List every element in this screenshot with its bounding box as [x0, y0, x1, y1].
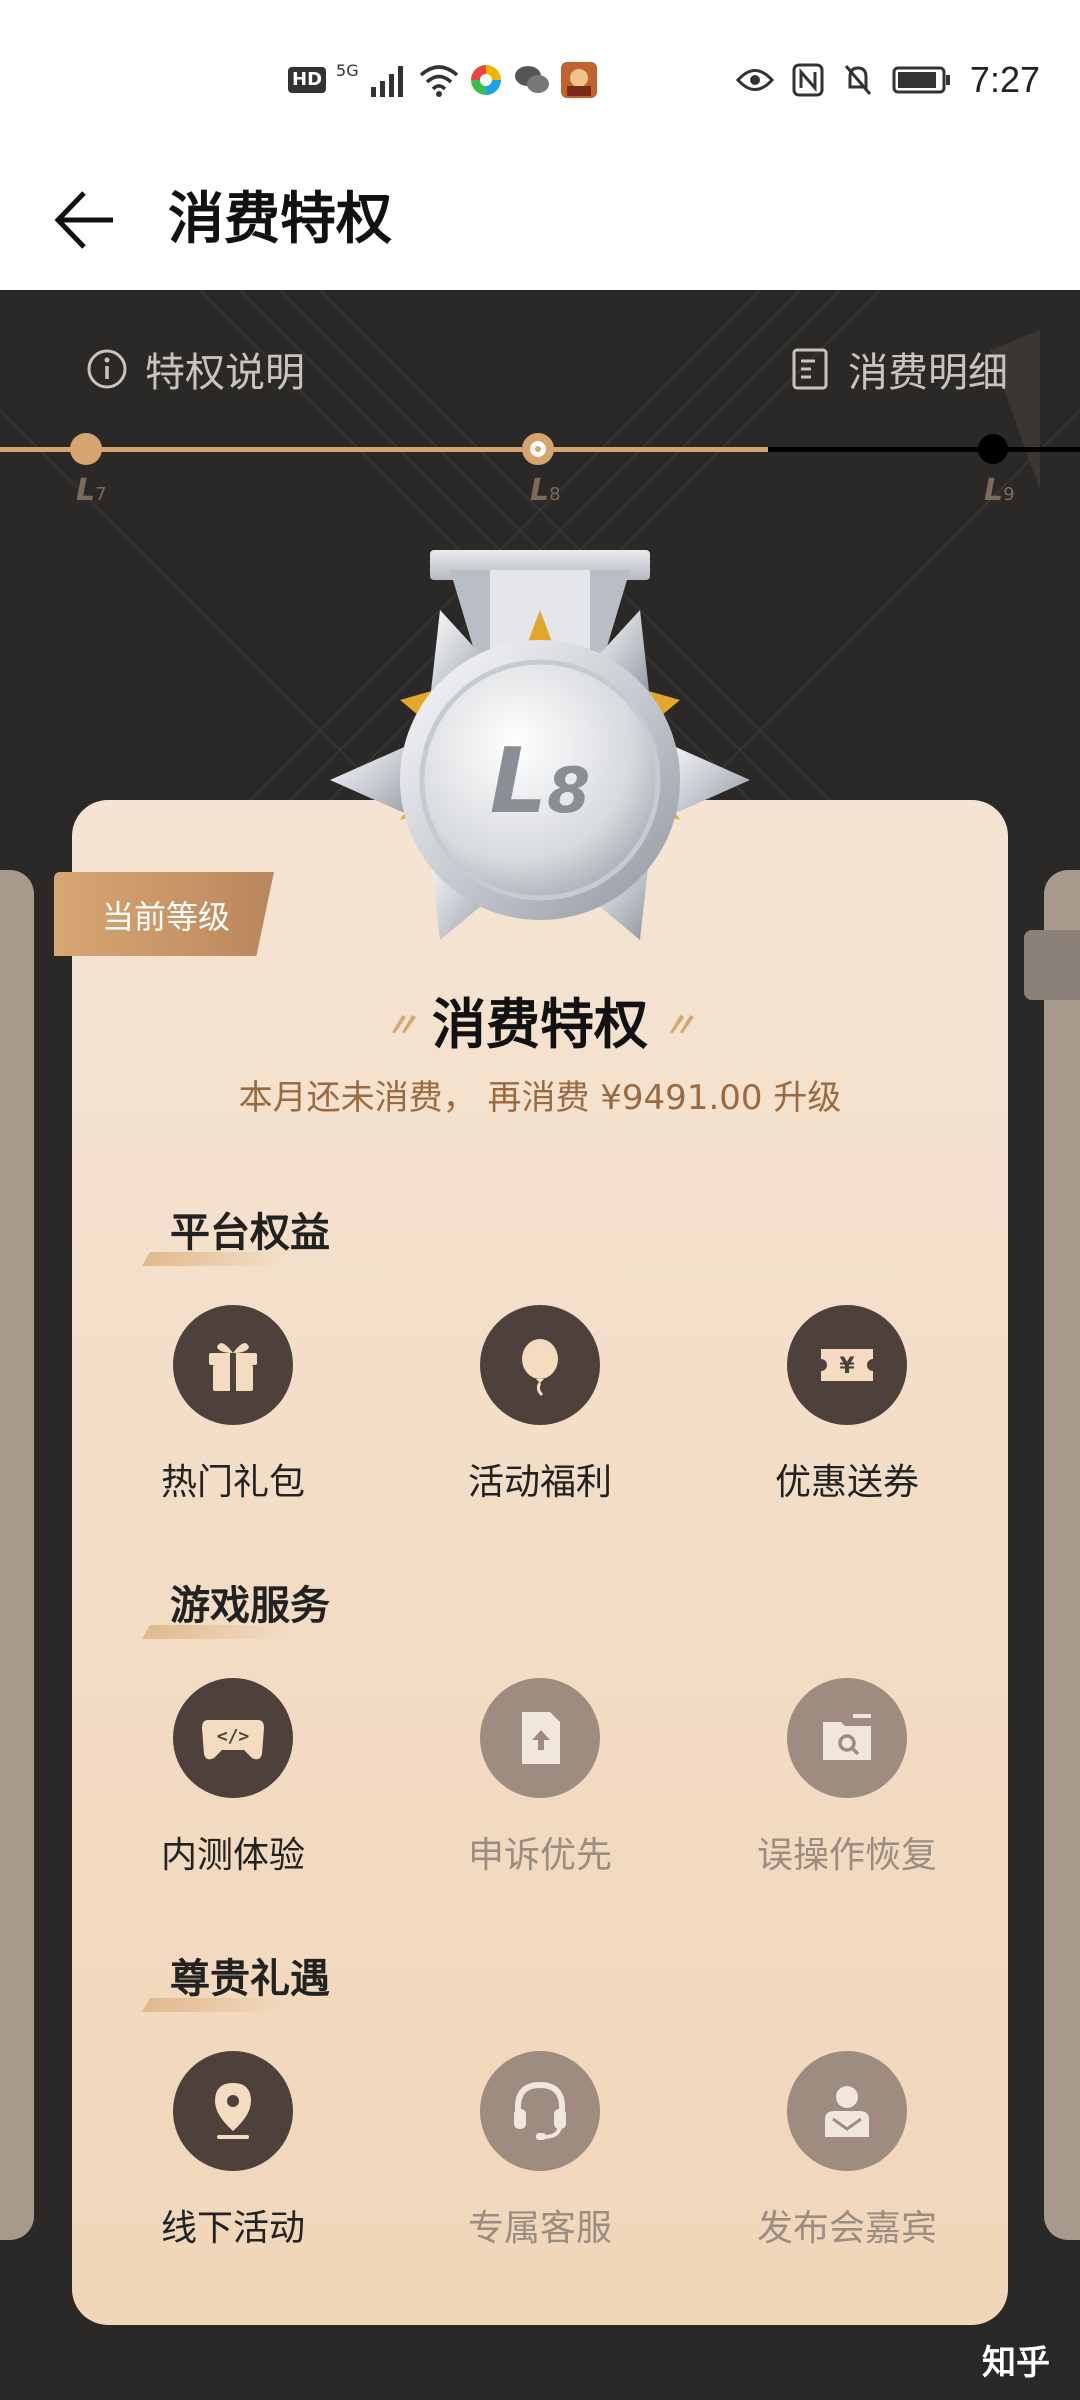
- benefit-hot-gifts[interactable]: 热门礼包: [80, 1305, 386, 1505]
- folder-search-icon: [787, 1678, 907, 1798]
- location-pin-icon: [173, 2051, 293, 2171]
- wechat-icon: [514, 66, 549, 93]
- l8-medal-icon: L8: [330, 550, 750, 940]
- section-title-vip: 尊贵礼遇: [170, 1946, 330, 2004]
- benefit-label: 误操作恢复: [756, 1835, 937, 1876]
- privilege-info-label: 特权说明: [145, 350, 305, 396]
- level-progress-remaining: [768, 447, 1080, 452]
- page-title: 消费特权: [168, 187, 392, 252]
- card-title-text: 消费特权: [432, 993, 648, 1056]
- back-arrow-icon[interactable]: [48, 175, 138, 265]
- status-right-icons: 7:27: [735, 50, 1040, 110]
- benefit-priority-appeal[interactable]: 申诉优先: [387, 1678, 693, 1878]
- card-title: 〃消费特权〃: [0, 980, 1080, 1059]
- battery-icon: [892, 66, 950, 94]
- benefit-coupons[interactable]: ¥ 优惠送券: [694, 1305, 1000, 1505]
- current-level-badge-label: 当前等级: [102, 898, 231, 936]
- svg-text:</>: </>: [217, 1726, 250, 1747]
- coupon-icon: ¥: [787, 1305, 907, 1425]
- info-icon: [87, 349, 127, 389]
- upgrade-hint: 本月还未消费， 再消费 ¥9491.00 升级: [238, 1078, 842, 1118]
- status-bar: HD 5G 7:27: [0, 0, 1080, 150]
- nfc-icon: [792, 63, 824, 97]
- mute-icon: [844, 65, 872, 95]
- hd-icon: HD: [288, 67, 327, 93]
- 5g-label: 5G: [336, 60, 359, 80]
- guest-card-icon: [787, 2051, 907, 2171]
- app-bar: 消费特权: [0, 150, 1080, 290]
- benefit-beta-test[interactable]: </> 内测体验: [80, 1678, 386, 1878]
- benefit-label: 优惠送券: [774, 1462, 919, 1503]
- benefit-label: 专属客服: [467, 2208, 612, 2249]
- section-title-game-services: 游戏服务: [170, 1573, 330, 1631]
- status-time: 7:27: [969, 59, 1040, 100]
- benefit-label: 线下活动: [160, 2208, 305, 2249]
- document-icon: [792, 348, 828, 390]
- benefit-dedicated-support[interactable]: 专属客服: [387, 2051, 693, 2251]
- app-icon: [470, 65, 501, 95]
- spending-details-link[interactable]: 消费明细: [788, 340, 1008, 398]
- quote-mark-right: 〃: [662, 1006, 696, 1046]
- balloon-icon: [480, 1305, 600, 1425]
- game-icon: [560, 62, 597, 98]
- benefit-label: 发布会嘉宾: [756, 2208, 937, 2249]
- signal-icon: [370, 66, 403, 97]
- gamepad-code-icon: </>: [173, 1678, 293, 1798]
- benefit-label: 内测体验: [160, 1835, 305, 1876]
- status-left-icons: HD 5G: [288, 58, 597, 102]
- section-title-platform: 平台权益: [170, 1200, 330, 1258]
- benefit-label: 活动福利: [467, 1462, 612, 1503]
- level-label-l8: L8: [530, 473, 561, 508]
- level-label-l9: L9: [984, 473, 1015, 508]
- benefit-label: 申诉优先: [467, 1835, 612, 1876]
- gift-icon: [173, 1305, 293, 1425]
- zhihu-watermark: 知乎: [982, 2343, 1050, 2383]
- level-progress-filled: [0, 447, 768, 452]
- current-level-badge: 当前等级: [54, 872, 274, 956]
- benefit-label: 热门礼包: [160, 1462, 305, 1503]
- privilege-panel: 特权说明 消费明细 L7 L8 L9 当前等级 L8 〃 消费特权 〃 本月还未…: [0, 290, 1080, 2400]
- benefit-launch-guest[interactable]: 发布会嘉宾: [694, 2051, 1000, 2251]
- headset-icon: [480, 2051, 600, 2171]
- level-label-l7: L7: [76, 473, 107, 508]
- quote-mark-left: 〃: [384, 1006, 418, 1046]
- level-node-l9[interactable]: [978, 434, 1008, 464]
- benefit-mistake-recovery[interactable]: 误操作恢复: [694, 1678, 1000, 1878]
- wifi-icon: [419, 65, 458, 97]
- level-node-l8[interactable]: [522, 433, 554, 465]
- benefit-event-perks[interactable]: 活动福利: [387, 1305, 693, 1505]
- privilege-info-link[interactable]: 特权说明: [85, 340, 305, 398]
- upload-file-icon: [480, 1678, 600, 1798]
- level-node-l7[interactable]: [70, 433, 102, 465]
- benefit-offline-events[interactable]: 线下活动: [80, 2051, 386, 2251]
- eye-icon: [735, 69, 774, 91]
- svg-text:¥: ¥: [839, 1354, 855, 1379]
- spending-details-label: 消费明细: [848, 350, 1008, 396]
